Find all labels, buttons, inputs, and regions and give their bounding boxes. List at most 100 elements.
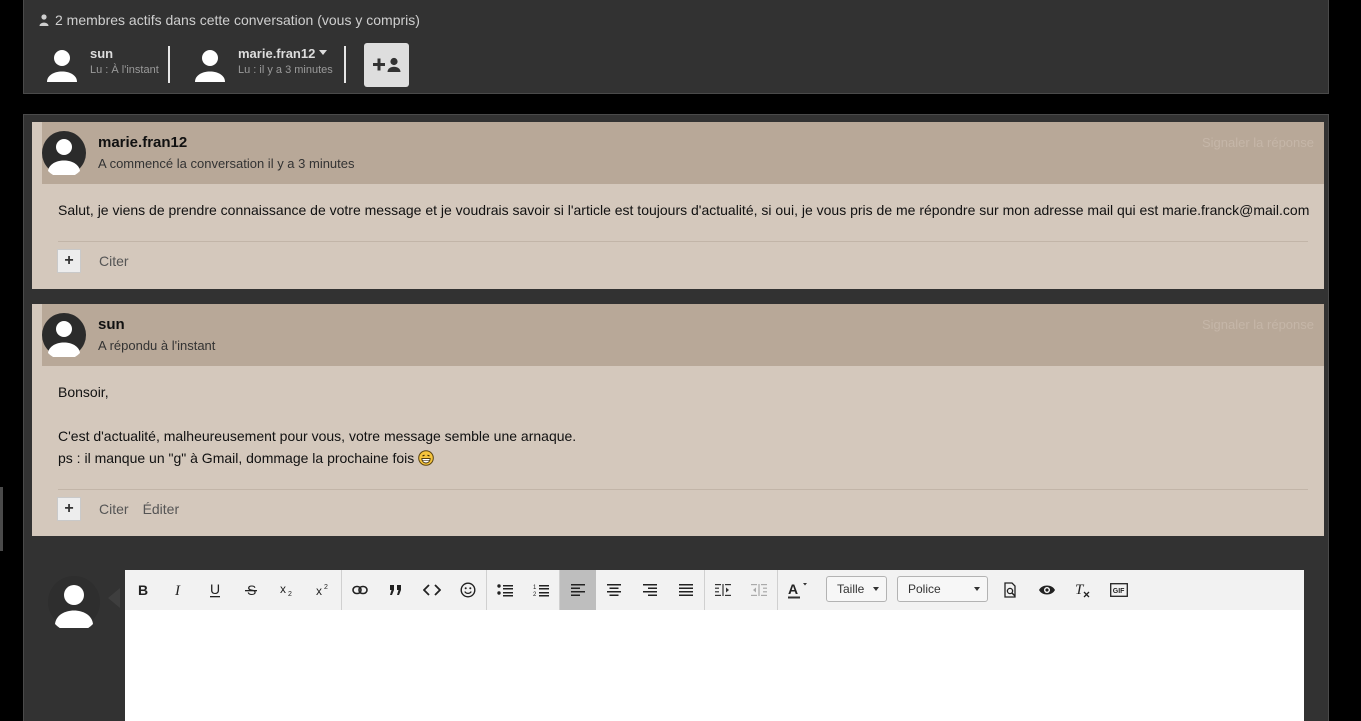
- member-name: marie.fran12: [238, 46, 328, 61]
- gif-button[interactable]: GIF: [1101, 570, 1137, 610]
- edit-link[interactable]: Éditer: [143, 501, 180, 517]
- message-body: Bonsoir, C'est d'actualité, malheureusem…: [58, 381, 576, 469]
- member-separator: [344, 46, 346, 83]
- reply-text-area[interactable]: [125, 610, 1304, 721]
- message-author[interactable]: marie.fran12: [98, 134, 187, 151]
- message-actions: + Citer: [57, 249, 129, 273]
- link-icon: [352, 585, 368, 595]
- editor-toolbar: B I U S x2 x2 12 A Taille Police T GIF: [125, 570, 1304, 610]
- svg-text:I: I: [174, 583, 181, 597]
- italic-icon: I: [174, 583, 181, 597]
- emoji-icon: [460, 582, 476, 598]
- code-button[interactable]: [414, 570, 450, 610]
- preview-button[interactable]: [993, 570, 1029, 610]
- subscript-button[interactable]: x2: [269, 570, 305, 610]
- svg-text:2: 2: [533, 592, 537, 597]
- numbered-list-button[interactable]: 12: [523, 570, 559, 610]
- window-edge: [0, 487, 3, 551]
- strikethrough-button[interactable]: S: [233, 570, 269, 610]
- font-size-select[interactable]: Taille: [826, 576, 887, 602]
- align-left-button[interactable]: [560, 570, 596, 610]
- message-meta: A répondu à l'instant: [98, 338, 216, 353]
- outdent-button[interactable]: [741, 570, 777, 610]
- quote-link[interactable]: Citer: [99, 501, 129, 517]
- subscript-icon: x2: [280, 583, 292, 597]
- reply-editor: B I U S x2 x2 12 A Taille Police T GIF: [125, 570, 1304, 721]
- italic-button[interactable]: I: [161, 570, 197, 610]
- text-color-icon: A: [788, 581, 807, 599]
- align-left-icon: [571, 584, 585, 596]
- message-header: marie.fran12 A commencé la conversation …: [42, 122, 1324, 184]
- view-button[interactable]: [1029, 570, 1065, 610]
- avatar: [48, 576, 100, 628]
- clear-format-icon: T: [1075, 582, 1090, 598]
- clear-format-button[interactable]: T: [1065, 570, 1101, 610]
- link-button[interactable]: [342, 570, 378, 610]
- quote-button[interactable]: [378, 570, 414, 610]
- bold-button[interactable]: B: [125, 570, 161, 610]
- editor-pointer: [108, 588, 120, 608]
- svg-text:1: 1: [533, 585, 537, 591]
- avatar[interactable]: [42, 313, 86, 357]
- align-justify-button[interactable]: [668, 570, 704, 610]
- bullet-list-button[interactable]: [487, 570, 523, 610]
- align-center-button[interactable]: [596, 570, 632, 610]
- message-body: Salut, je viens de prendre connaissance …: [58, 199, 1309, 221]
- message-actions: + Citer Éditer: [57, 497, 179, 521]
- font-family-label: Police: [908, 582, 941, 596]
- font-family-select[interactable]: Police: [897, 576, 988, 602]
- message-header: sun A répondu à l'instant Signaler la ré…: [42, 304, 1324, 366]
- avatar: [195, 50, 225, 82]
- message-text-line: ps : il manque un "g" à Gmail, dommage l…: [58, 447, 576, 469]
- text-color-button[interactable]: A: [780, 570, 816, 610]
- superscript-button[interactable]: x2: [305, 570, 341, 610]
- svg-text:T: T: [1075, 582, 1085, 598]
- member-read-status: Lu : À l'instant: [90, 64, 159, 76]
- superscript-icon: x2: [316, 584, 328, 597]
- more-actions-button[interactable]: +: [57, 249, 81, 273]
- more-actions-button[interactable]: +: [57, 497, 81, 521]
- members-title: 2 membres actifs dans cette conversation…: [39, 12, 420, 28]
- message-meta: A commencé la conversation il y a 3 minu…: [98, 156, 355, 171]
- align-right-icon: [643, 584, 657, 596]
- message-divider: [58, 489, 1308, 490]
- avatar[interactable]: [42, 131, 86, 175]
- message-text: C'est d'actualité, malheureusement pour …: [58, 428, 577, 444]
- members-title-text: 2 membres actifs dans cette conversation…: [55, 12, 420, 28]
- emoji-button[interactable]: [450, 570, 486, 610]
- underline-button[interactable]: U: [197, 570, 233, 610]
- svg-text:B: B: [138, 583, 148, 597]
- underline-icon: U: [210, 582, 220, 598]
- svg-text:A: A: [788, 581, 798, 597]
- quote-icon: [390, 585, 401, 595]
- chevron-down-icon[interactable]: [318, 49, 328, 57]
- message-author[interactable]: sun: [98, 316, 125, 333]
- user-icon: [39, 14, 49, 26]
- member-separator: [168, 46, 170, 83]
- strikethrough-icon: S: [245, 583, 257, 597]
- message: sun A répondu à l'instant Signaler la ré…: [32, 304, 1324, 536]
- svg-text:x: x: [316, 584, 322, 597]
- caret-down-icon: [873, 587, 879, 591]
- message: marie.fran12 A commencé la conversation …: [32, 122, 1324, 289]
- report-link[interactable]: Signaler la réponse: [1202, 135, 1314, 150]
- member-read-status: Lu : il y a 3 minutes: [238, 64, 333, 76]
- add-member-button[interactable]: [364, 43, 409, 87]
- svg-text:2: 2: [288, 591, 292, 597]
- align-right-button[interactable]: [632, 570, 668, 610]
- gif-label: GIF: [1113, 588, 1125, 595]
- message-text: Salut, je viens de prendre connaissance …: [58, 202, 1310, 218]
- message-text: Bonsoir,: [58, 384, 109, 400]
- member-name: sun: [90, 46, 114, 61]
- avatar: [47, 50, 77, 82]
- code-icon: [423, 584, 441, 596]
- indent-button[interactable]: [705, 570, 741, 610]
- toolbar-divider: [777, 570, 778, 610]
- font-size-label: Taille: [837, 582, 865, 596]
- bold-icon: B: [138, 583, 148, 597]
- report-link[interactable]: Signaler la réponse: [1202, 317, 1314, 332]
- add-user-icon: [372, 57, 400, 72]
- indent-icon: [715, 584, 731, 596]
- gif-icon: GIF: [1110, 583, 1128, 597]
- quote-link[interactable]: Citer: [99, 253, 129, 269]
